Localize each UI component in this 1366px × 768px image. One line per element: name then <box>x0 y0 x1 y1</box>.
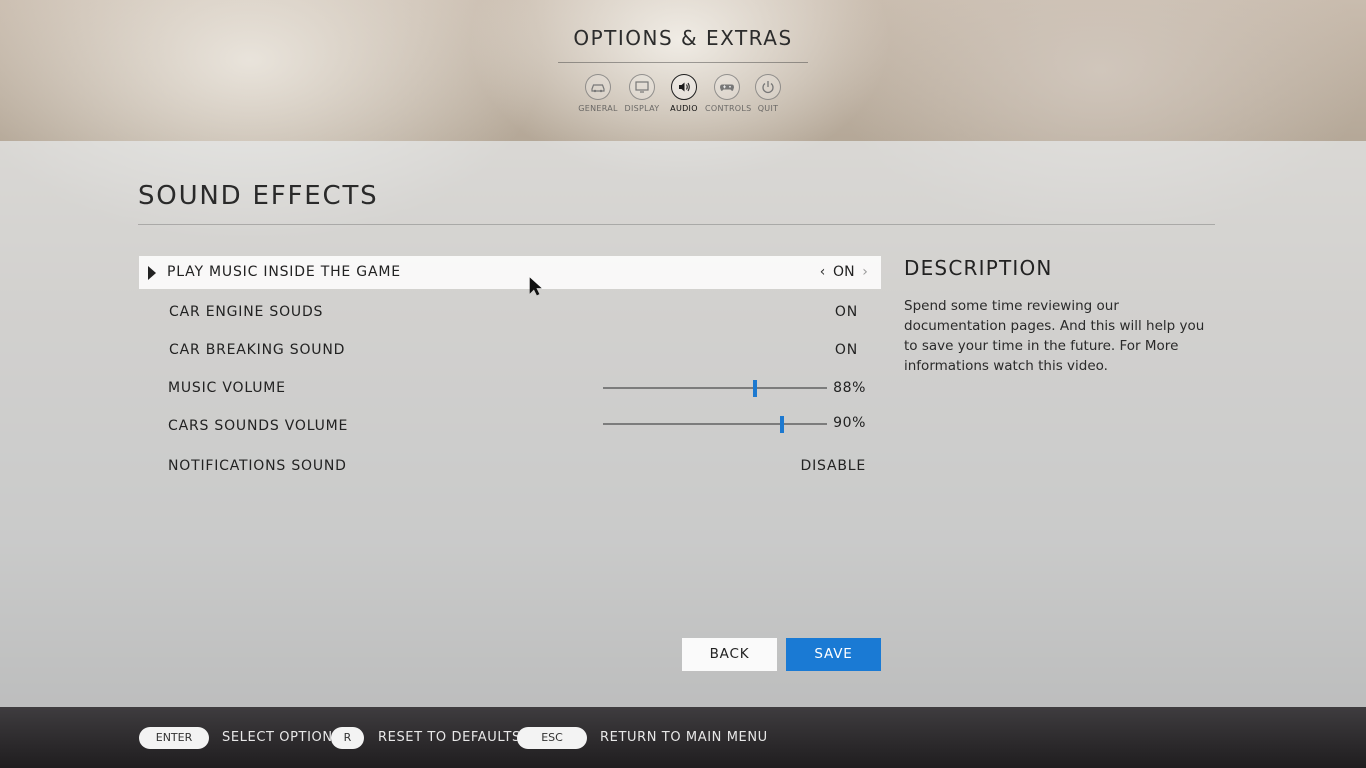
selection-arrow-icon <box>148 266 156 280</box>
nav-item-audio[interactable]: AUDIO <box>662 74 706 113</box>
monitor-icon <box>629 74 655 100</box>
slider-thumb[interactable] <box>780 416 785 433</box>
setting-row-notifications[interactable]: NOTIFICATIONS SOUND DISABLE <box>139 450 881 483</box>
gamepad-icon <box>714 74 740 100</box>
value-picker: ‹ ON › <box>817 264 871 280</box>
setting-row-play-music[interactable]: PLAY MUSIC INSIDE THE GAME ‹ ON › <box>139 256 881 289</box>
setting-label: MUSIC VOLUME <box>168 380 286 396</box>
settings-panel: SOUND EFFECTS PLAY MUSIC INSIDE THE GAME… <box>0 141 1366 707</box>
setting-value: ON <box>834 304 858 320</box>
nav-item-quit[interactable]: QUIT <box>746 74 790 113</box>
back-button[interactable]: BACK <box>682 638 777 671</box>
hint-label: RETURN TO MAIN MENU <box>600 730 768 745</box>
slider-thumb[interactable] <box>753 380 758 397</box>
setting-label: CAR BREAKING SOUND <box>169 342 346 358</box>
setting-value: 90% <box>833 415 866 431</box>
slider-track <box>603 423 827 425</box>
nav-label-display: DISPLAY <box>624 104 660 113</box>
setting-label: CAR ENGINE SOUDS <box>169 304 324 320</box>
setting-value: ON <box>833 264 855 280</box>
nav-item-general[interactable]: GENERAL <box>576 74 620 113</box>
hint-label: SELECT OPTION <box>222 730 333 745</box>
setting-label: CARS SOUNDS VOLUME <box>168 418 349 434</box>
nav-item-display[interactable]: DISPLAY <box>620 74 664 113</box>
setting-row-engine-sounds[interactable]: CAR ENGINE SOUDS ON <box>139 296 881 329</box>
page-title: OPTIONS & EXTRAS <box>573 26 793 50</box>
music-volume-slider[interactable] <box>603 380 827 397</box>
setting-label: PLAY MUSIC INSIDE THE GAME <box>167 264 401 280</box>
mouse-cursor-icon <box>529 277 542 296</box>
power-icon <box>755 74 781 100</box>
setting-row-breaking-sound[interactable]: CAR BREAKING SOUND ON <box>139 334 881 367</box>
nav-label-quit: QUIT <box>757 104 779 113</box>
car-icon <box>585 74 611 100</box>
setting-row-music-volume[interactable]: MUSIC VOLUME 88% <box>139 372 881 405</box>
setting-value: DISABLE <box>800 458 866 474</box>
section-title: SOUND EFFECTS <box>138 181 379 211</box>
chevron-left-icon[interactable]: ‹ <box>817 264 829 280</box>
nav-label-controls: CONTROLS <box>705 104 752 113</box>
setting-label: NOTIFICATIONS SOUND <box>168 458 347 474</box>
top-header: OPTIONS & EXTRAS GENERAL DISPLAY AUDIO C… <box>0 0 1366 141</box>
setting-value: 88% <box>833 380 866 396</box>
speaker-icon <box>671 74 697 100</box>
setting-row-cars-volume[interactable]: CARS SOUNDS VOLUME 90% <box>139 410 881 443</box>
enter-key[interactable]: ENTER <box>139 727 209 749</box>
section-divider <box>138 224 1215 225</box>
save-button[interactable]: SAVE <box>786 638 881 671</box>
nav-item-controls[interactable]: CONTROLS <box>705 74 752 113</box>
footer-hints: ENTER SELECT OPTION R RESET TO DEFAULTS … <box>0 707 1366 768</box>
chevron-right-icon[interactable]: › <box>859 264 871 280</box>
title-divider <box>558 62 808 63</box>
nav-label-general: GENERAL <box>578 104 618 113</box>
nav-label-audio: AUDIO <box>670 104 698 113</box>
slider-track <box>603 387 827 389</box>
r-key[interactable]: R <box>331 727 364 749</box>
cars-volume-slider[interactable] <box>603 416 827 433</box>
esc-key[interactable]: ESC <box>517 727 587 749</box>
description-text: Spend some time reviewing our documentat… <box>904 298 1205 374</box>
hint-label: RESET TO DEFAULTS <box>378 730 521 745</box>
description-title: DESCRIPTION <box>904 256 1053 280</box>
category-nav: GENERAL DISPLAY AUDIO CONTROLS QUIT <box>576 74 792 118</box>
setting-value: ON <box>834 342 858 358</box>
